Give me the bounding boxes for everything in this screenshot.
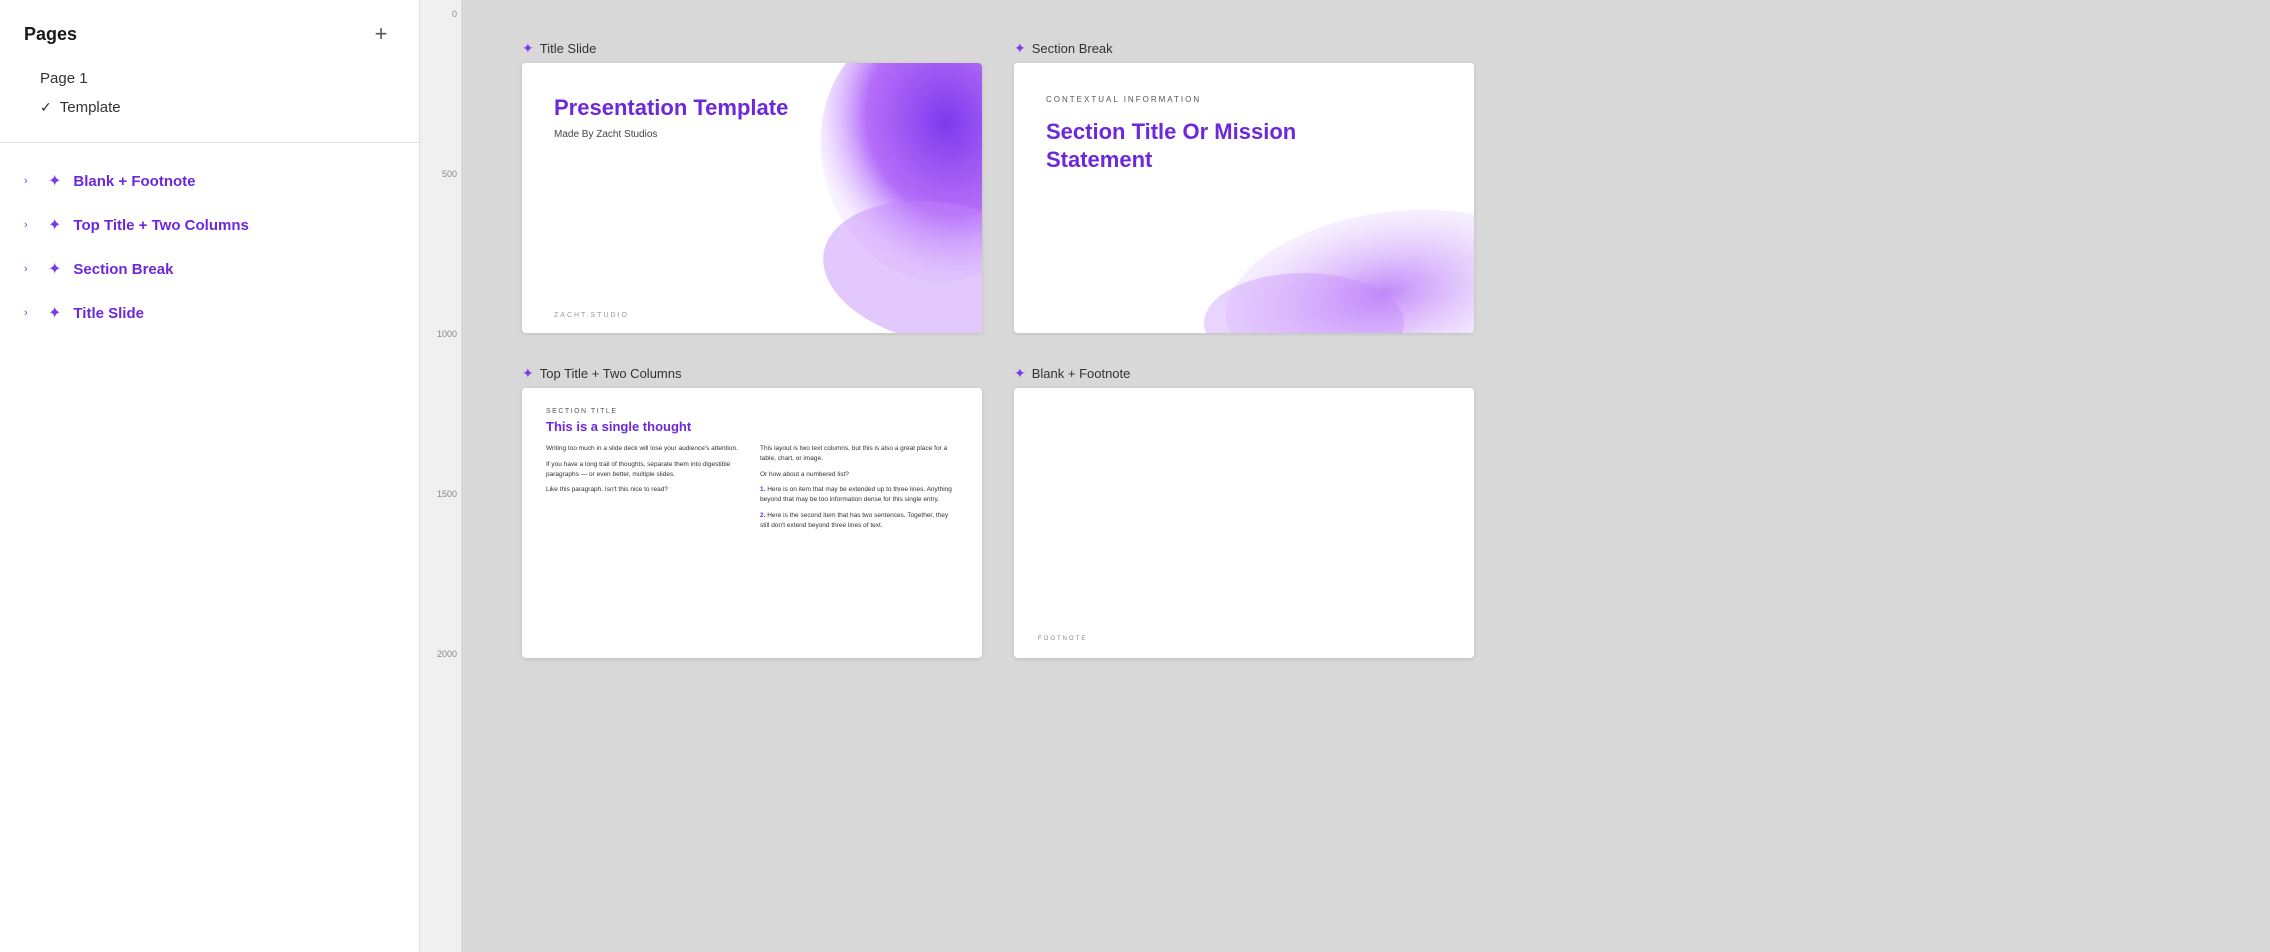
title-slide-title: Presentation Template xyxy=(554,95,950,121)
add-page-button[interactable]: + xyxy=(367,20,395,48)
layout-sparkle-icon-2: ✦ xyxy=(48,215,61,235)
two-col-slide-content: Section Title This is a single thought W… xyxy=(522,388,982,658)
layout-item-top-title-two-columns[interactable]: › ✦ Top Title + Two Columns xyxy=(0,203,419,247)
slides-column-right: ✦ Section Break CONTEXTUAL INFORMATION S… xyxy=(1014,40,1474,658)
sidebar: Pages + Page 1 ✓ Template › ✦ Blank + Fo… xyxy=(0,0,420,952)
two-col-item1-text: Here is on item that may be extended up … xyxy=(760,486,952,503)
layout-item-section-break[interactable]: › ✦ Section Break xyxy=(0,247,419,291)
expand-icon-title-slide: › xyxy=(24,307,36,319)
slide-sparkle-icon-title: ✦ xyxy=(522,40,534,57)
section-break-title: Section Title Or Mission Statement xyxy=(1046,118,1326,173)
sidebar-header: Pages + xyxy=(0,0,419,64)
ruler: 0 500 1000 1500 2000 xyxy=(420,0,462,952)
layout-item-blank-footnote[interactable]: › ✦ Blank + Footnote xyxy=(0,159,419,203)
slide-label-title: ✦ Title Slide xyxy=(522,40,982,57)
slide-card-two-columns[interactable]: Section Title This is a single thought W… xyxy=(522,388,982,658)
layout-sparkle-icon-4: ✦ xyxy=(48,303,61,323)
sidebar-divider xyxy=(0,142,419,143)
slide-label-section-break: ✦ Section Break xyxy=(1014,40,1474,57)
layout-label-section-break: Section Break xyxy=(73,261,173,278)
slide-label-two-columns-text: Top Title + Two Columns xyxy=(540,366,682,381)
two-col-right-item1: 1. Here is on item that may be extended … xyxy=(760,485,958,505)
slide-sparkle-icon-section: ✦ xyxy=(1014,40,1026,57)
two-col-right: This layout is two text columns, but thi… xyxy=(760,444,958,536)
title-slide-subtitle: Made By Zacht Studios xyxy=(554,129,950,140)
two-col-columns: Writing too much in a slide deck will lo… xyxy=(546,444,958,536)
two-col-right-question: Or how about a numbered list? xyxy=(760,470,958,480)
blank-footnote-content: FOOTNOTE xyxy=(1014,388,1474,658)
slide-sparkle-icon-blank: ✦ xyxy=(1014,365,1026,382)
active-checkmark: ✓ xyxy=(40,99,52,116)
sidebar-item-template[interactable]: ✓ Template xyxy=(24,93,395,122)
title-slide-text: Presentation Template Made By Zacht Stud… xyxy=(554,95,950,140)
slide-wrapper-two-columns: ✦ Top Title + Two Columns Section Title … xyxy=(522,365,982,658)
two-col-right-item2: 2. Here is the second item that has two … xyxy=(760,511,958,531)
layout-label-top-title-two-columns: Top Title + Two Columns xyxy=(73,217,248,234)
title-slide-brand: ZACHT.STUDIO xyxy=(554,312,629,319)
section-break-blob xyxy=(1184,193,1474,333)
canvas: ✦ Title Slide Presentation Template Made… xyxy=(462,0,2270,952)
two-col-left-p2: If you have a long trail of thoughts, se… xyxy=(546,460,744,480)
slides-column-left: ✦ Title Slide Presentation Template Made… xyxy=(522,40,982,658)
sidebar-layouts-list: › ✦ Blank + Footnote › ✦ Top Title + Two… xyxy=(0,151,419,952)
page1-label: Page 1 xyxy=(40,70,88,87)
expand-icon-top-title: › xyxy=(24,219,36,231)
layout-label-blank-footnote: Blank + Footnote xyxy=(73,173,195,190)
pages-title: Pages xyxy=(24,24,77,45)
blank-footnote-text: FOOTNOTE xyxy=(1038,636,1087,642)
ruler-tick-0: 0 xyxy=(420,10,461,19)
ruler-tick-1500: 1500 xyxy=(420,490,461,499)
two-col-num2: 2. xyxy=(760,512,765,519)
sidebar-item-page1[interactable]: Page 1 xyxy=(24,64,395,93)
layout-sparkle-icon-1: ✦ xyxy=(48,171,61,191)
ruler-tick-1000: 1000 xyxy=(420,330,461,339)
slide-card-blank-footnote[interactable]: FOOTNOTE xyxy=(1014,388,1474,658)
two-col-main-title: This is a single thought xyxy=(546,419,958,434)
sidebar-pages-list: Page 1 ✓ Template xyxy=(0,64,419,134)
two-col-left: Writing too much in a slide deck will lo… xyxy=(546,444,744,536)
slide-wrapper-title: ✦ Title Slide Presentation Template Made… xyxy=(522,40,982,333)
template-label: Template xyxy=(60,99,121,116)
slide-card-title[interactable]: Presentation Template Made By Zacht Stud… xyxy=(522,63,982,333)
ruler-tick-500: 500 xyxy=(420,170,461,179)
expand-icon-section-break: › xyxy=(24,263,36,275)
two-col-left-p1: Writing too much in a slide deck will lo… xyxy=(546,444,744,454)
two-col-section-title: Section Title xyxy=(546,408,958,415)
slide-label-title-text: Title Slide xyxy=(540,41,597,56)
two-col-num1: 1. xyxy=(760,486,765,493)
slide-label-section-break-text: Section Break xyxy=(1032,41,1113,56)
slide-label-blank-footnote: ✦ Blank + Footnote xyxy=(1014,365,1474,382)
layout-label-title-slide: Title Slide xyxy=(73,305,144,322)
slide-wrapper-blank-footnote: ✦ Blank + Footnote FOOTNOTE xyxy=(1014,365,1474,658)
two-col-right-intro: This layout is two text columns, but thi… xyxy=(760,444,958,464)
slide-wrapper-section-break: ✦ Section Break CONTEXTUAL INFORMATION S… xyxy=(1014,40,1474,333)
ruler-tick-2000: 2000 xyxy=(420,650,461,659)
slide-card-section-break[interactable]: CONTEXTUAL INFORMATION Section Title Or … xyxy=(1014,63,1474,333)
two-col-item2-text: Here is the second item that has two sen… xyxy=(760,512,948,529)
slide-label-blank-footnote-text: Blank + Footnote xyxy=(1032,366,1131,381)
slide-label-two-columns: ✦ Top Title + Two Columns xyxy=(522,365,982,382)
slide-sparkle-icon-twocol: ✦ xyxy=(522,365,534,382)
section-break-content: CONTEXTUAL INFORMATION Section Title Or … xyxy=(1014,63,1474,333)
title-slide-content: Presentation Template Made By Zacht Stud… xyxy=(522,63,982,333)
layout-item-title-slide[interactable]: › ✦ Title Slide xyxy=(0,291,419,335)
two-col-left-p3: Like this paragraph. Isn't this nice to … xyxy=(546,485,744,495)
layout-sparkle-icon-3: ✦ xyxy=(48,259,61,279)
section-break-contextual: CONTEXTUAL INFORMATION xyxy=(1046,95,1442,104)
expand-icon-blank-footnote: › xyxy=(24,175,36,187)
